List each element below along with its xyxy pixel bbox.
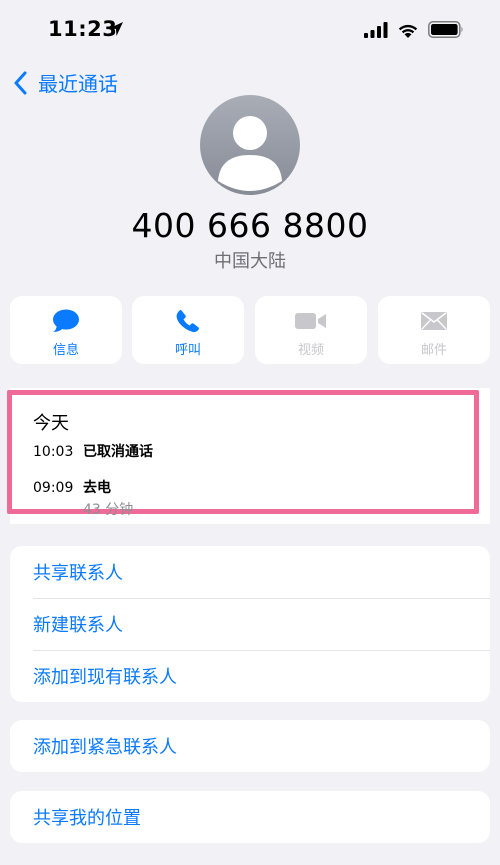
mail-button[interactable]: 邮件 — [378, 296, 490, 364]
call-duration: 43 分钟 — [83, 502, 134, 518]
phone-icon — [176, 308, 200, 334]
add-to-emergency-contacts-button[interactable]: 添加到紧急联系人 — [10, 720, 490, 772]
phone-number: 400 666 8800 — [131, 206, 369, 245]
share-contact-button[interactable]: 共享联系人 — [10, 546, 490, 598]
video-icon — [295, 308, 327, 334]
contact-options-group: 共享联系人 新建联系人 添加到现有联系人 — [10, 546, 490, 702]
create-new-contact-button[interactable]: 新建联系人 — [10, 598, 490, 650]
status-time: 11:23 — [48, 17, 118, 41]
call-description: 已取消通话 — [83, 444, 153, 460]
person-silhouette-icon — [218, 116, 282, 191]
call-button[interactable]: 呼叫 — [132, 296, 244, 364]
status-bar: 11:23 — [0, 0, 500, 60]
battery-icon — [428, 21, 463, 38]
phone-region: 中国大陆 — [214, 251, 286, 272]
call-entry: 09:09 去电 — [33, 477, 111, 497]
video-button[interactable]: 视频 — [255, 296, 367, 364]
wifi-icon — [398, 24, 418, 38]
call-button-label: 呼叫 — [174, 343, 201, 358]
cellular-signal-icon — [364, 21, 388, 38]
chevron-left-icon — [14, 71, 27, 94]
call-time: 09:09 — [33, 480, 74, 496]
share-my-location-button[interactable]: 共享我的位置 — [10, 791, 490, 843]
contact-avatar — [200, 95, 300, 195]
call-description: 去电 — [83, 480, 111, 496]
message-button-label: 信息 — [52, 343, 79, 358]
share-location-group: 共享我的位置 — [10, 791, 490, 843]
emergency-contact-group: 添加到紧急联系人 — [10, 720, 490, 772]
video-button-label: 视频 — [297, 343, 324, 358]
recent-calls-day: 今天 — [33, 413, 69, 434]
action-buttons: 信息 呼叫 视频 邮件 — [10, 296, 490, 364]
call-entry: 10:03 已取消通话 — [33, 441, 153, 461]
mail-button-label: 邮件 — [420, 343, 447, 358]
message-button[interactable]: 信息 — [10, 296, 122, 364]
location-arrow-icon — [109, 22, 123, 36]
message-icon — [52, 308, 80, 334]
call-time: 10:03 — [33, 444, 74, 460]
add-to-existing-contact-button[interactable]: 添加到现有联系人 — [10, 650, 490, 702]
back-button[interactable]: 最近通话 — [14, 68, 118, 97]
mail-icon — [420, 308, 448, 334]
back-button-label: 最近通话 — [38, 72, 118, 96]
